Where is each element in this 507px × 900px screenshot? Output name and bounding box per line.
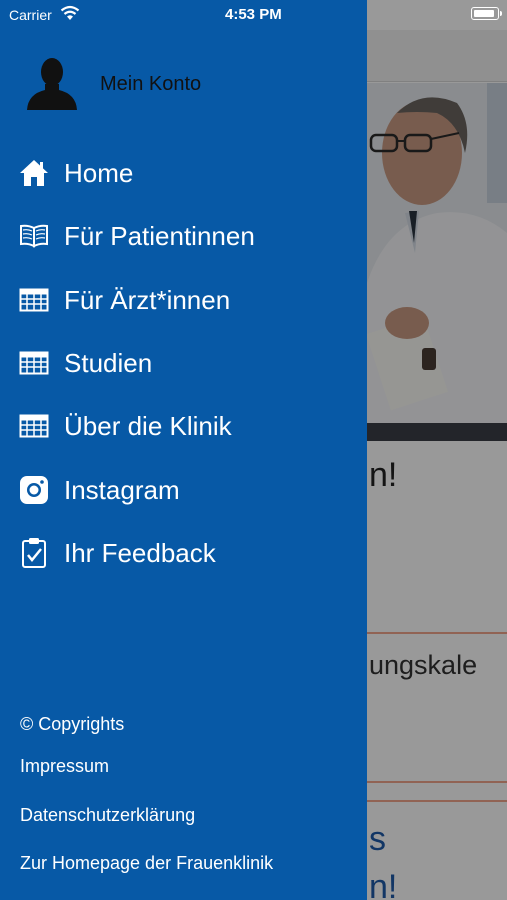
menu-item-studien[interactable]: Studien xyxy=(0,337,367,389)
menu-item-label: Studien xyxy=(64,348,153,378)
battery-level xyxy=(473,9,495,17)
menu-item-patientinnen[interactable]: Für Patientinnen xyxy=(0,210,367,262)
impressum-link[interactable]: Impressum xyxy=(20,756,109,777)
status-bar: Carrier 4:53 PM xyxy=(0,0,507,30)
instagram-icon xyxy=(18,474,50,506)
clock-label: 4:53 PM xyxy=(225,6,282,23)
table-icon xyxy=(18,347,50,379)
copyright-link[interactable]: © Copyrights xyxy=(20,714,124,735)
home-icon xyxy=(18,157,50,189)
datenschutz-link[interactable]: Datenschutzerklärung xyxy=(20,805,195,826)
menu-item-instagram[interactable]: Instagram xyxy=(0,464,367,516)
menu-item-label: Instagram xyxy=(64,475,180,505)
menu-item-home[interactable]: Home xyxy=(0,147,367,199)
table-icon xyxy=(18,410,50,442)
menu-item-label: Home xyxy=(64,158,134,188)
wifi-icon xyxy=(60,5,80,24)
side-drawer: Mein Konto Home Für Patientinnen Für Ärz… xyxy=(0,0,367,900)
menu-item-ueber-die-klinik[interactable]: Über die Klinik xyxy=(0,400,367,452)
homepage-link[interactable]: Zur Homepage der Frauenklinik xyxy=(20,853,273,874)
account-item[interactable]: Mein Konto xyxy=(26,56,346,112)
carrier-label: Carrier xyxy=(9,7,52,23)
account-label: Mein Konto xyxy=(100,73,202,95)
menu-item-feedback[interactable]: Ihr Feedback xyxy=(0,527,367,579)
clipboard-check-icon xyxy=(18,537,50,569)
menu-item-label: Für Ärzt*innen xyxy=(64,285,231,315)
table-icon xyxy=(18,284,50,316)
user-silhouette-icon xyxy=(26,56,78,115)
battery-icon xyxy=(471,7,502,20)
menu-item-label: Über die Klinik xyxy=(64,411,232,441)
menu-item-label: Ihr Feedback xyxy=(64,538,216,568)
menu-item-aerztinnen[interactable]: Für Ärzt*innen xyxy=(0,274,367,326)
book-icon xyxy=(18,220,50,252)
menu-item-label: Für Patientinnen xyxy=(64,221,255,251)
